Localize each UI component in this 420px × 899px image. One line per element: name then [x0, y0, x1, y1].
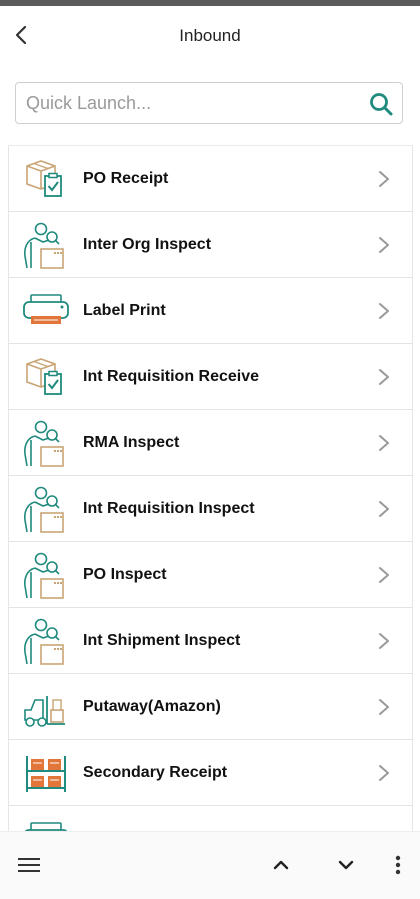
more-vertical-icon — [395, 855, 401, 875]
inspector-icon — [21, 220, 71, 270]
chevron-right-icon — [378, 632, 390, 650]
list-item[interactable]: Putaway(Amazon) — [8, 674, 413, 740]
list-item-label: Putaway(Amazon) — [83, 698, 221, 715]
page-title: Inbound — [179, 26, 241, 45]
scroll-up-button[interactable] — [266, 850, 296, 880]
printer-icon — [21, 814, 71, 831]
list-item[interactable]: Label Print — [8, 278, 413, 344]
list-item[interactable]: PO Receipt — [8, 145, 413, 212]
chevron-right-icon — [378, 764, 390, 782]
list-item[interactable]: RMA Inspect — [8, 410, 413, 476]
list-item-label: Int Requisition Inspect — [83, 500, 255, 517]
list-item-label: PO Inspect — [83, 566, 167, 583]
menu-list: PO Receipt Inter Org Inspect Label Print In… — [8, 145, 413, 831]
list-item[interactable]: Int Shipment Inspect — [8, 608, 413, 674]
list-item-label: Label Print — [83, 302, 166, 319]
inspector-icon — [21, 418, 71, 468]
list-item-label: PO Receipt — [83, 170, 169, 187]
box-checklist-icon — [21, 352, 71, 402]
list-item-label: Secondary Receipt — [83, 764, 228, 781]
chevron-right-icon — [378, 698, 390, 716]
box-checklist-icon — [21, 154, 71, 204]
bottom-toolbar — [0, 831, 420, 899]
chevron-right-icon — [378, 566, 390, 584]
list-item[interactable] — [8, 806, 413, 831]
list-item[interactable]: PO Inspect — [8, 542, 413, 608]
list-item-label: Int Requisition Receive — [83, 368, 260, 385]
quick-launch-search[interactable] — [15, 82, 403, 124]
printer-icon — [21, 286, 71, 336]
more-options-button[interactable] — [383, 850, 413, 880]
search-icon[interactable] — [368, 91, 394, 117]
chevron-right-icon — [378, 170, 390, 188]
search-input[interactable] — [26, 83, 346, 123]
list-item[interactable]: Inter Org Inspect — [8, 212, 413, 278]
inspector-icon — [21, 550, 71, 600]
chevron-right-icon — [378, 500, 390, 518]
chevron-right-icon — [378, 434, 390, 452]
menu-button[interactable] — [14, 850, 44, 880]
list-item-label: Int Shipment Inspect — [83, 632, 241, 649]
forklift-icon — [21, 682, 71, 732]
app-header: Inbound — [0, 6, 420, 68]
inspector-icon — [21, 484, 71, 534]
list-item-label: RMA Inspect — [83, 434, 180, 451]
chevron-right-icon — [378, 236, 390, 254]
chevron-down-icon — [338, 860, 354, 870]
list-item-label: Inter Org Inspect — [83, 236, 212, 253]
list-item[interactable]: Int Requisition Inspect — [8, 476, 413, 542]
chevron-right-icon — [378, 302, 390, 320]
chevron-up-icon — [273, 860, 289, 870]
hamburger-icon — [18, 858, 40, 872]
shelves-icon — [21, 748, 71, 798]
inspector-icon — [21, 616, 71, 666]
list-item[interactable]: Int Requisition Receive — [8, 344, 413, 410]
chevron-right-icon — [378, 368, 390, 386]
menu-list-items: PO Receipt Inter Org Inspect Label Print In… — [8, 145, 413, 831]
list-item[interactable]: Secondary Receipt — [8, 740, 413, 806]
scroll-down-button[interactable] — [331, 850, 361, 880]
